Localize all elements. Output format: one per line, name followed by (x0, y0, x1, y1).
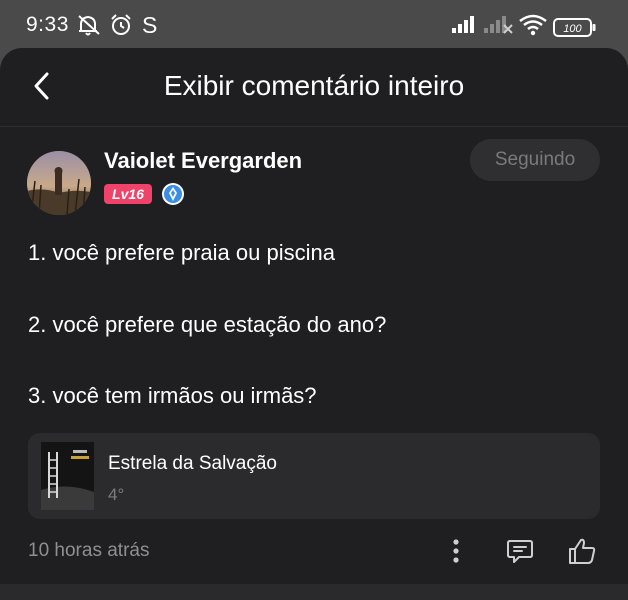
alarm-icon (109, 13, 133, 42)
follow-button[interactable]: Seguindo (470, 139, 600, 181)
signal-icon (451, 13, 479, 40)
thumbs-up-icon (569, 538, 596, 564)
divider (0, 584, 628, 600)
wifi-icon (518, 13, 548, 42)
post-subtitle: 4° (108, 485, 125, 504)
comment-line: 3. você tem irmãos ou irmãs? (28, 383, 317, 408)
comment-line: 1. você prefere praia ou piscina (28, 240, 335, 265)
status-bar: 9:33 S 100 (0, 0, 628, 48)
post-thumbnail (41, 442, 94, 510)
comment-sheet: Exibir comentário inteiro Vaiolet Everga… (0, 48, 628, 600)
more-options-button[interactable] (439, 534, 473, 568)
comment-timestamp: 10 horas atrás (28, 540, 150, 561)
header: Exibir comentário inteiro (0, 48, 628, 127)
verified-badge-icon (161, 182, 185, 206)
more-vertical-icon (453, 539, 459, 563)
avatar-image (27, 151, 91, 215)
like-button[interactable] (565, 534, 599, 568)
mute-notifications-icon (76, 13, 102, 42)
status-time: 9:33 (26, 13, 69, 36)
post-title: Estrela da Salvação (108, 453, 277, 474)
linked-post-card[interactable]: Estrela da Salvação 4° (28, 433, 600, 519)
avatar[interactable] (27, 151, 91, 215)
battery-icon: 100 (553, 18, 597, 43)
app-indicator-letter: S (142, 12, 158, 38)
comment-line: 2. você prefere que estação do ano? (28, 312, 387, 337)
comment-icon (507, 540, 533, 563)
level-badge: Lv16 (104, 184, 152, 204)
signal-secondary-icon (483, 13, 513, 40)
author-name[interactable]: Vaiolet Evergarden (104, 148, 302, 174)
reply-button[interactable] (503, 534, 537, 568)
battery-level: 100 (563, 23, 582, 35)
page-title: Exibir comentário inteiro (163, 70, 465, 101)
